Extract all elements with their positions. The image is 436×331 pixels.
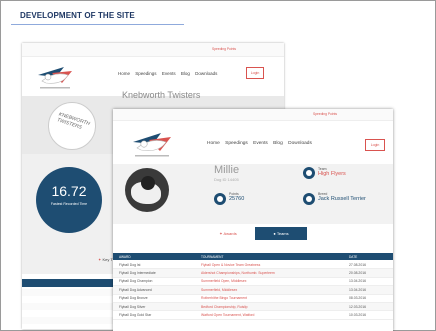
award-cell: Flyball Dog Advanced [119,287,152,292]
back-login-button[interactable]: Login [246,67,264,79]
tournament-cell[interactable]: Aldershot Championships, Northumb. Super… [201,271,275,275]
site-logo[interactable] [129,127,177,159]
nav-blog[interactable]: Blog [273,141,283,146]
tournament-cell[interactable]: Watford Open Tournament, Watford [201,313,254,317]
stat-team-value[interactable]: High Flyers [318,171,346,177]
date-cell: 08.03.2016 [349,296,366,301]
front-login-button[interactable]: Login [365,139,385,151]
col-award-header[interactable]: AWARD [119,255,131,259]
date-cell: 27.08.2016 [349,262,366,267]
front-screenshot: Speeding Points Home Speedings Events Bl… [113,109,393,331]
back-topbar: Speeding Points [22,43,284,57]
breed-icon [303,193,315,205]
date-cell: 20.08.2016 [349,271,366,276]
tab-teams[interactable]: ● Teams [255,227,307,240]
team-badge-text: KNEBWORTH TWISTERS [56,111,91,131]
nav-downloads[interactable]: Downloads [288,141,312,146]
front-nav: Home Speedings Events Blog Downloads [207,141,316,146]
back-table-row [22,296,122,303]
site-logo[interactable] [34,61,78,91]
team-badge: KNEBWORTH TWISTERS [48,102,96,150]
team-name: Knebworth Twisters [122,90,201,100]
date-cell: 13.04.2016 [349,287,366,292]
award-cell: Flyball Dog Bronze [119,296,148,301]
table-row[interactable]: Flyball Dog Ist Flyball Open & Novice Tea… [113,261,393,270]
nav-downloads[interactable]: Downloads [195,71,217,76]
dog-photo-head [141,176,155,190]
fastest-time-label: Fastest Recorded Time [50,202,88,206]
award-cell: Flyball Dog Gold Star [119,313,152,318]
nav-home[interactable]: Home [118,71,130,76]
tournament-cell[interactable]: Rotherhithe Bingo Tournament [201,296,247,300]
stat-points-value: 25760 [229,196,245,202]
tournament-cell[interactable]: Summerfield, Middlesex [201,288,237,292]
section-title: DEVELOPMENT OF THE SITE [20,11,135,20]
tab-teams-label: Teams [276,231,289,236]
table-row[interactable]: Flyball Dog Intermediate Aldershot Champi… [113,269,393,278]
front-topbar-text[interactable]: Speeding Points [313,112,337,116]
award-cell: Flyball Dog Ist [119,262,141,267]
award-cell: Flyball Dog Silver [119,304,146,309]
nav-events[interactable]: Events [253,141,268,146]
nav-speedings[interactable]: Speedings [135,71,156,76]
date-cell: 13.04.2016 [349,279,366,284]
table-row[interactable]: Flyball Dog Champion Summerfield Open, Mi… [113,278,393,287]
nav-home[interactable]: Home [207,141,220,146]
table-row[interactable]: Flyball Dog Silver Bedford Championship, … [113,303,393,312]
nav-events[interactable]: Events [162,71,176,76]
stat-breed-value: Jack Russell Terrier [318,196,366,202]
table-row[interactable]: Flyball Dog Gold Star Watford Open Tourna… [113,311,393,320]
award-cell: Flyball Dog Intermediate [119,271,156,276]
back-table-row [22,310,122,317]
tournament-cell[interactable]: Summerfield Open, Middlesex [201,279,246,283]
dog-id: Dog ID 14405 [214,177,239,182]
date-cell: 10.03.2016 [349,313,366,318]
tournament-cell[interactable]: Bedford Championship, Ruislip [201,305,248,309]
tab-awards-label: Awards [223,231,237,236]
table-row[interactable]: Flyball Dog Bronze Rotherhithe Bingo Tour… [113,295,393,303]
awards-table-header: AWARD TOURNAMENT DATE [113,253,393,260]
back-table-row [22,303,122,310]
fastest-time-value: 16.72 [51,183,87,199]
dog-photo [125,168,169,212]
back-table-row [22,289,122,296]
nav-blog[interactable]: Blog [181,71,190,76]
team-icon [303,167,315,179]
back-table-row [22,317,122,324]
points-icon [214,193,226,205]
title-underline [11,24,184,25]
date-cell: 12.03.2016 [349,304,366,309]
trophy-icon: ✦ [98,257,102,262]
dog-name: Millie [214,164,240,176]
profile-tabs: ✦ Awards ● Teams [203,227,313,240]
col-tournament-header[interactable]: TOURNAMENT [201,255,223,259]
nav-speedings[interactable]: Speedings [225,141,248,146]
award-cell: Flyball Dog Champion [119,279,153,284]
back-nav: Home Speedings Events Blog Downloads [118,71,221,76]
tournament-cell[interactable]: Flyball Open & Novice Team Greatness [201,263,260,267]
front-topbar: Speeding Points [113,109,393,121]
back-topbar-text[interactable]: Speeding Points [212,47,236,51]
table-row[interactable]: Flyball Dog Advanced Summerfield, Middles… [113,286,393,295]
tab-awards[interactable]: ✦ Awards [203,227,253,240]
front-header: Home Speedings Events Blog Downloads Log… [113,121,393,165]
col-date-header[interactable]: DATE [349,255,357,259]
fastest-time-circle: 16.72 Fastest Recorded Time [36,167,102,233]
